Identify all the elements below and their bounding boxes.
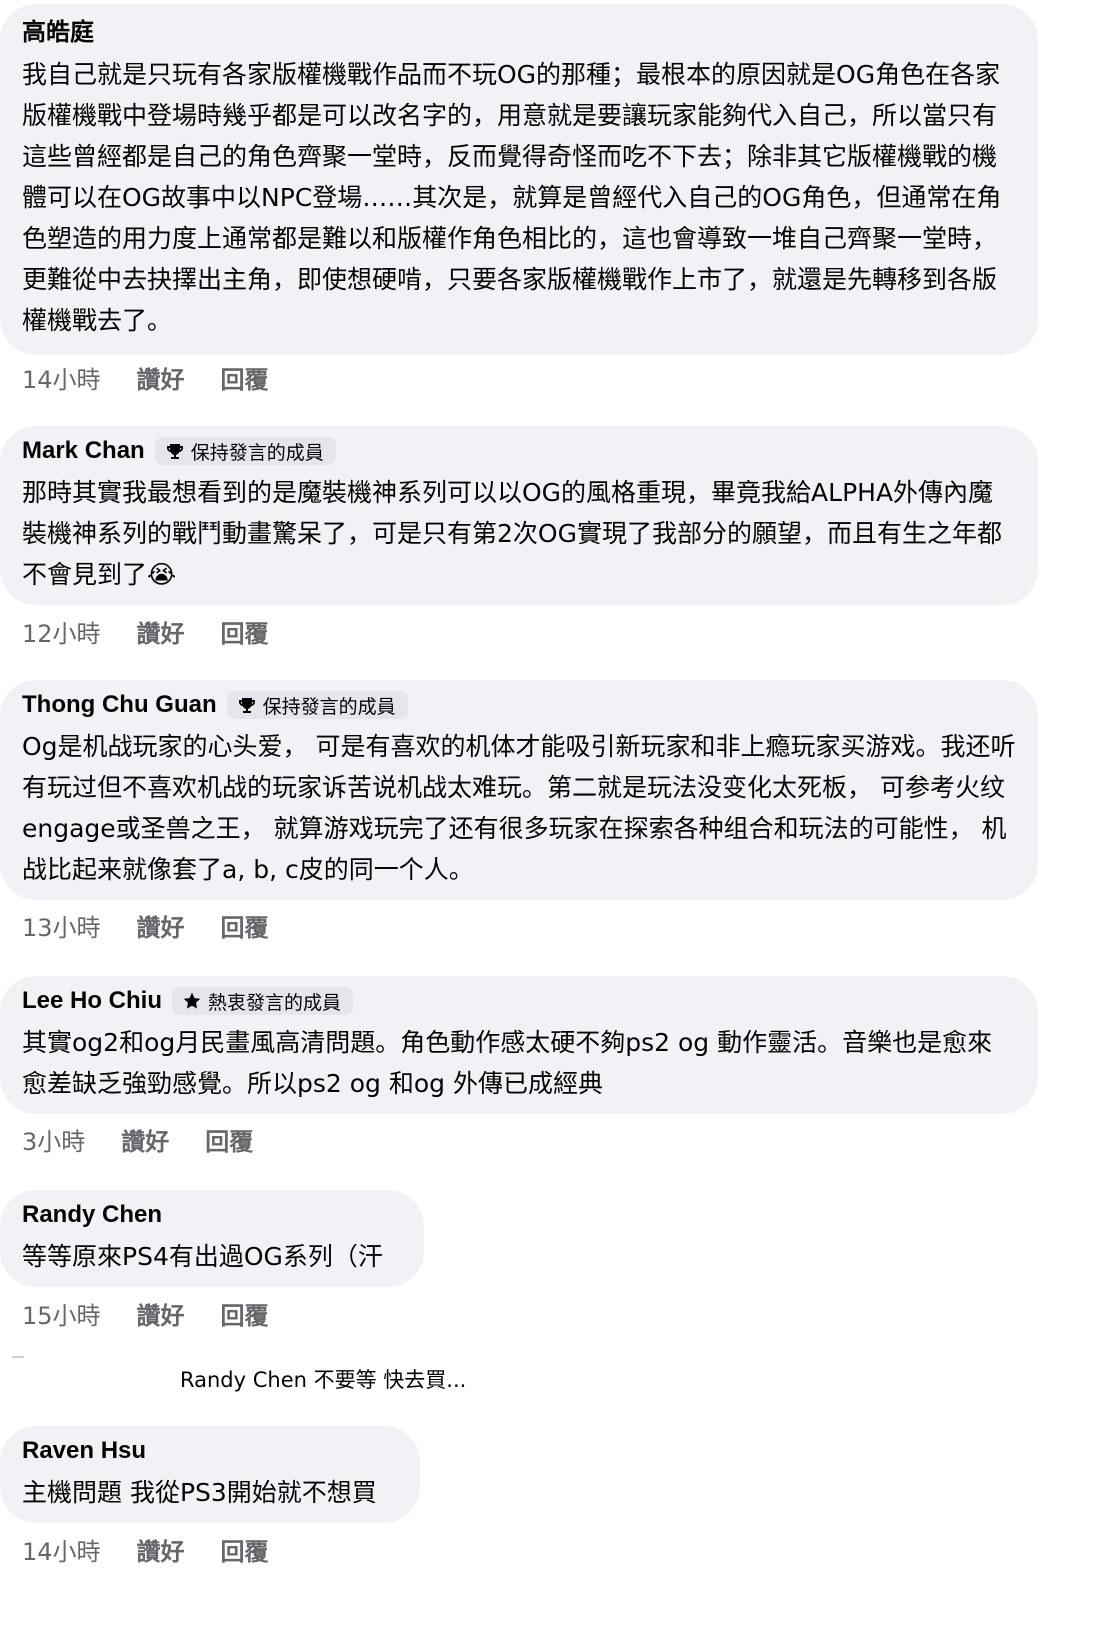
comment-text: 等等原來PS4有出過OG系列（汗 xyxy=(22,1242,383,1271)
comment-bubble: Thong Chu Guan 保持發言的成員 Og是机战玩家的心头爱， 可是有喜… xyxy=(0,680,1038,900)
like-button[interactable]: 讚好 xyxy=(137,614,185,649)
author-name[interactable]: Randy Chen xyxy=(22,1200,162,1230)
badge-label: 保持發言的成員 xyxy=(262,695,396,718)
like-button[interactable]: 讚好 xyxy=(137,908,185,943)
comment-bubble: Mark Chan 保持發言的成員 那時其實我最想看到的是魔裝機神系列可以以OG… xyxy=(0,426,1038,605)
timestamp[interactable]: 14小時 xyxy=(22,360,101,395)
member-badge: 保持發言的成員 xyxy=(226,691,408,719)
author-row: Mark Chan 保持發言的成員 xyxy=(22,436,1016,466)
comment-item: Mark Chan 保持發言的成員 那時其實我最想看到的是魔裝機神系列可以以OG… xyxy=(0,426,1038,605)
timestamp[interactable]: 3小時 xyxy=(22,1122,85,1157)
comment-item: Randy Chen 等等原來PS4有出過OG系列（汗 xyxy=(0,1190,424,1287)
author-row: Raven Hsu xyxy=(22,1436,398,1466)
comment-item: Raven Hsu 主機問題 我從PS3開始就不想買 xyxy=(0,1426,420,1523)
comment-actions: 14小時 讚好 回覆 xyxy=(22,1532,269,1567)
comment-item: Thong Chu Guan 保持發言的成員 Og是机战玩家的心头爱， 可是有喜… xyxy=(0,680,1038,900)
badge-label: 保持發言的成員 xyxy=(190,441,324,464)
author-row: Randy Chen xyxy=(22,1200,402,1230)
like-button[interactable]: 讚好 xyxy=(137,1296,185,1331)
comment-thread: 高皓庭 我自己就是只玩有各家版權機戰作品而不玩OG的那種；最根本的原因就是OG角… xyxy=(0,0,1098,1627)
reply-connector xyxy=(12,1356,24,1358)
comment-bubble: 高皓庭 我自己就是只玩有各家版權機戰作品而不玩OG的那種；最根本的原因就是OG角… xyxy=(0,4,1038,355)
comment-text: Og是机战玩家的心头爱， 可是有喜欢的机体才能吸引新玩家和非上瘾玩家买游戏。我还… xyxy=(22,732,1016,884)
reply-button[interactable]: 回覆 xyxy=(205,1122,253,1157)
comment-actions: 12小時 讚好 回覆 xyxy=(22,614,269,649)
reply-button[interactable]: 回覆 xyxy=(221,1296,269,1331)
member-badge: 保持發言的成員 xyxy=(154,437,336,465)
author-name[interactable]: Mark Chan xyxy=(22,436,145,466)
reply-preview-link[interactable]: Randy Chen 不要等 快去買... xyxy=(180,1364,466,1394)
like-button[interactable]: 讚好 xyxy=(121,1122,169,1157)
author-name[interactable]: Thong Chu Guan xyxy=(22,690,217,720)
reply-button[interactable]: 回覆 xyxy=(221,614,269,649)
comment-text: 主機問題 我從PS3開始就不想買 xyxy=(22,1478,377,1507)
comment-actions: 15小時 讚好 回覆 xyxy=(22,1296,269,1331)
comment-bubble: Lee Ho Chiu 熱衷發言的成員 其實og2和og月民畫風高清問題。角色動… xyxy=(0,976,1038,1114)
comment-text: 其實og2和og月民畫風高清問題。角色動作感太硬不夠ps2 og 動作靈活。音樂… xyxy=(22,1028,993,1098)
trophy-icon xyxy=(237,695,257,715)
timestamp[interactable]: 14小時 xyxy=(22,1532,101,1567)
author-name[interactable]: 高皓庭 xyxy=(22,18,94,48)
reply-button[interactable]: 回覆 xyxy=(221,908,269,943)
comment-item: 高皓庭 我自己就是只玩有各家版權機戰作品而不玩OG的那種；最根本的原因就是OG角… xyxy=(0,4,1038,355)
author-name[interactable]: Lee Ho Chiu xyxy=(22,986,162,1016)
reply-button[interactable]: 回覆 xyxy=(221,360,269,395)
comment-text: 那時其實我最想看到的是魔裝機神系列可以以OG的風格重現，畢竟我給ALPHA外傳內… xyxy=(22,478,1002,589)
like-button[interactable]: 讚好 xyxy=(137,360,185,395)
reply-button[interactable]: 回覆 xyxy=(221,1532,269,1567)
timestamp[interactable]: 13小時 xyxy=(22,908,101,943)
comment-item: Lee Ho Chiu 熱衷發言的成員 其實og2和og月民畫風高清問題。角色動… xyxy=(0,976,1038,1114)
author-row: Lee Ho Chiu 熱衷發言的成員 xyxy=(22,986,1016,1016)
author-row: Thong Chu Guan 保持發言的成員 xyxy=(22,690,1016,720)
comment-actions: 14小時 讚好 回覆 xyxy=(22,360,269,395)
comment-bubble: Randy Chen 等等原來PS4有出過OG系列（汗 xyxy=(0,1190,424,1287)
member-badge: 熱衷發言的成員 xyxy=(172,987,354,1015)
comment-actions: 13小時 讚好 回覆 xyxy=(22,908,269,943)
author-row: 高皓庭 xyxy=(22,18,1016,48)
timestamp[interactable]: 12小時 xyxy=(22,614,101,649)
comment-text: 我自己就是只玩有各家版權機戰作品而不玩OG的那種；最根本的原因就是OG角色在各家… xyxy=(22,60,1002,335)
trophy-icon xyxy=(165,441,185,461)
comment-bubble: Raven Hsu 主機問題 我從PS3開始就不想買 xyxy=(0,1426,420,1523)
author-name[interactable]: Raven Hsu xyxy=(22,1436,146,1466)
timestamp[interactable]: 15小時 xyxy=(22,1296,101,1331)
badge-label: 熱衷發言的成員 xyxy=(208,991,342,1014)
like-button[interactable]: 讚好 xyxy=(137,1532,185,1567)
comment-actions: 3小時 讚好 回覆 xyxy=(22,1122,253,1157)
star-icon xyxy=(182,991,202,1011)
